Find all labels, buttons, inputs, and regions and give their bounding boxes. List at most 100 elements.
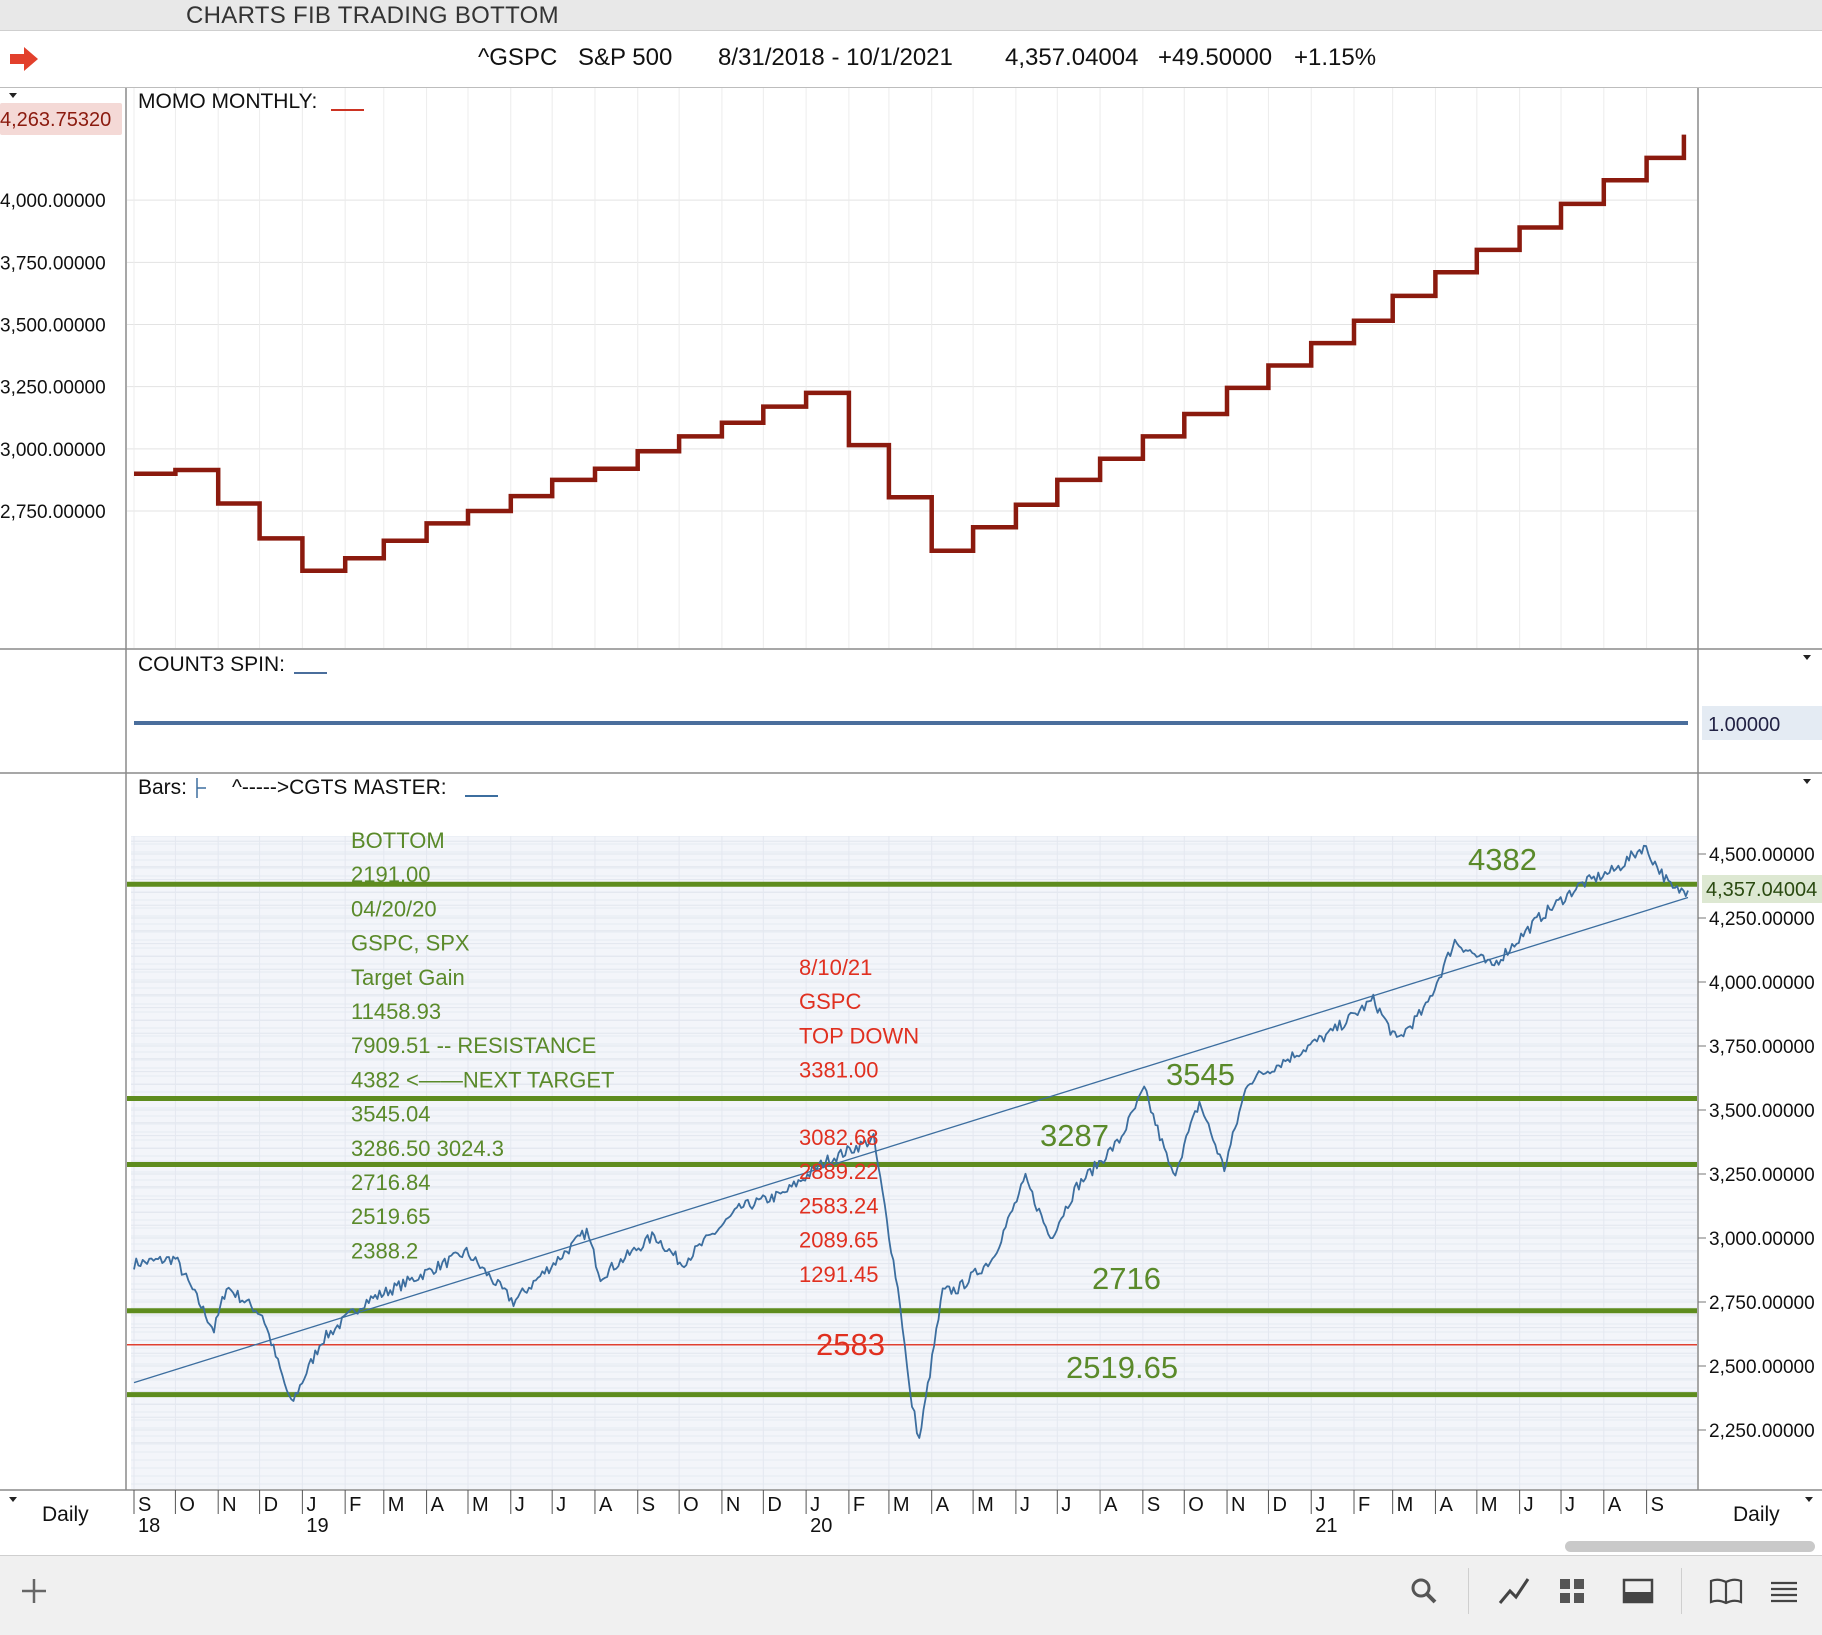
x-tick-label: N xyxy=(1231,1494,1245,1516)
note-green: 11458.93 xyxy=(351,999,441,1024)
note-red: GSPC xyxy=(799,989,861,1014)
notes-red2: 3082.68 2889.22 2583.24 2089.65 1291.45 xyxy=(799,1125,879,1287)
y-tick-label: 2,750.00000 xyxy=(1709,1293,1815,1314)
count3-current-value: 1.00000 xyxy=(1708,714,1780,736)
x-tick-label: D xyxy=(264,1494,278,1516)
chevron-down-icon[interactable] xyxy=(9,93,17,98)
fib-label-3545: 3545 xyxy=(1166,1057,1235,1092)
note-red: 2583.24 xyxy=(799,1193,879,1218)
x-tick-label: M xyxy=(388,1494,405,1516)
fib-label-2519: 2519.65 xyxy=(1066,1350,1178,1385)
app-title: CHARTS FIB TRADING BOTTOM xyxy=(186,2,559,29)
x-tick-label: J xyxy=(515,1494,525,1516)
chevron-down-icon[interactable] xyxy=(9,1497,17,1502)
add-icon[interactable] xyxy=(14,1571,54,1611)
search-icon[interactable] xyxy=(1404,1571,1444,1611)
note-red: 2889.22 xyxy=(799,1159,879,1184)
x-tick-label: A xyxy=(431,1494,445,1516)
y-tick-label: 4,500.00000 xyxy=(1709,845,1815,866)
panel-icon[interactable] xyxy=(1618,1571,1658,1611)
fib-label-3287: 3287 xyxy=(1040,1118,1109,1153)
x-tick-label: J xyxy=(1061,1494,1071,1516)
date-range: 8/31/2018 - 10/1/2021 xyxy=(718,44,953,71)
y-tick-label: 3,250.00000 xyxy=(1709,1165,1815,1186)
note-green: BOTTOM xyxy=(351,828,445,853)
note-green: 3286.50 3024.3 xyxy=(351,1136,504,1161)
price-change: +49.50000 xyxy=(1158,44,1273,71)
note-red: 3082.68 xyxy=(799,1125,879,1150)
chevron-down-icon[interactable] xyxy=(1803,655,1811,660)
count3-label: COUNT3 SPIN: xyxy=(138,653,285,676)
x-year-label: 19 xyxy=(306,1515,328,1535)
list-icon[interactable] xyxy=(1764,1571,1804,1611)
x-tick-label: O xyxy=(1188,1494,1204,1516)
y-tick-label: 3,000.00000 xyxy=(0,440,106,461)
x-tick-label: J xyxy=(1524,1494,1534,1516)
x-tick-label: S xyxy=(1651,1494,1664,1516)
chevron-down-icon[interactable] xyxy=(1803,779,1811,784)
x-tick-label: S xyxy=(1147,1494,1160,1516)
book-icon[interactable] xyxy=(1706,1571,1746,1611)
note-green: 2388.2 xyxy=(351,1238,418,1263)
x-tick-label: A xyxy=(1608,1494,1622,1516)
x-tick-label: O xyxy=(683,1494,699,1516)
x-tick-label: F xyxy=(853,1494,865,1516)
x-tick-label: D xyxy=(767,1494,781,1516)
percent-change: +1.15% xyxy=(1294,44,1377,71)
fib-label-4382: 4382 xyxy=(1468,842,1537,877)
momo-y-axis: 4,000.00000 3,750.00000 3,500.00000 3,250.0… xyxy=(0,191,106,523)
bars-label: Bars: xyxy=(138,776,187,799)
horizontal-scrollbar[interactable] xyxy=(1565,1541,1815,1552)
x-year-label: 20 xyxy=(810,1515,832,1535)
x-tick-label: F xyxy=(1358,1494,1370,1516)
x-tick-label: J xyxy=(1315,1494,1325,1516)
symbol-bar: ^GSPC S&P 500 8/31/2018 - 10/1/2021 4,35… xyxy=(0,31,1822,88)
y-tick-label: 4,250.00000 xyxy=(1709,909,1815,930)
x-tick-label: J xyxy=(810,1494,820,1516)
note-green: 2716.84 xyxy=(351,1170,431,1195)
main-current-value: 4,357.04004 xyxy=(1706,879,1817,901)
x-tick-label: A xyxy=(1104,1494,1118,1516)
x-tick-label: J xyxy=(1565,1494,1575,1516)
status-bar xyxy=(0,1555,1822,1635)
x-tick-label: N xyxy=(222,1494,236,1516)
x-tick-label: M xyxy=(1481,1494,1498,1516)
note-red: 1291.45 xyxy=(799,1262,879,1287)
x-tick-label: D xyxy=(1272,1494,1286,1516)
y-tick-label: 2,250.00000 xyxy=(1709,1421,1815,1442)
x-tick-label: N xyxy=(726,1494,740,1516)
x-tick-label: S xyxy=(642,1494,655,1516)
interval-right[interactable]: Daily xyxy=(1733,1503,1780,1526)
fib-label-2716: 2716 xyxy=(1092,1261,1161,1296)
x-year-label: 21 xyxy=(1315,1515,1337,1535)
main-y-axis: 4,500.00000 4,250.00000 4,000.00000 3,750.0… xyxy=(1698,845,1815,1442)
note-green: Target Gain xyxy=(351,965,465,990)
x-tick-label: A xyxy=(936,1494,950,1516)
x-tick-label: A xyxy=(1439,1494,1453,1516)
chevron-down-icon[interactable] xyxy=(1805,1497,1813,1502)
note-green: 04/20/20 xyxy=(351,896,437,921)
x-year-label: 18 xyxy=(138,1515,160,1535)
note-red: TOP DOWN xyxy=(799,1023,919,1048)
line-chart-icon[interactable] xyxy=(1494,1571,1534,1611)
security-name: S&P 500 xyxy=(578,44,673,71)
grid-icon[interactable] xyxy=(1552,1571,1592,1611)
y-tick-label: 3,000.00000 xyxy=(1709,1229,1815,1250)
title-bar: CHARTS FIB TRADING BOTTOM xyxy=(0,0,1822,31)
last-price: 4,357.04004 xyxy=(1005,44,1139,71)
note-green: 4382 <——NEXT TARGET xyxy=(351,1067,614,1092)
x-tick-label: O xyxy=(179,1494,195,1516)
y-tick-label: 4,000.00000 xyxy=(1709,973,1815,994)
master-label: ^----->CGTS MASTER: xyxy=(232,776,447,799)
y-tick-label: 3,750.00000 xyxy=(1709,1037,1815,1058)
y-tick-label: 4,000.00000 xyxy=(0,191,106,212)
interval-left[interactable]: Daily xyxy=(42,1503,89,1526)
y-tick-label: 3,250.00000 xyxy=(0,378,106,399)
y-tick-label: 3,500.00000 xyxy=(1709,1101,1815,1122)
fib-label-2583: 2583 xyxy=(816,1327,885,1362)
note-red: 2089.65 xyxy=(799,1228,879,1253)
arrow-right-icon[interactable] xyxy=(8,43,40,75)
x-tick-label: J xyxy=(1020,1494,1030,1516)
note-green: 7909.51 -- RESISTANCE xyxy=(351,1033,596,1058)
x-tick-label: J xyxy=(556,1494,566,1516)
